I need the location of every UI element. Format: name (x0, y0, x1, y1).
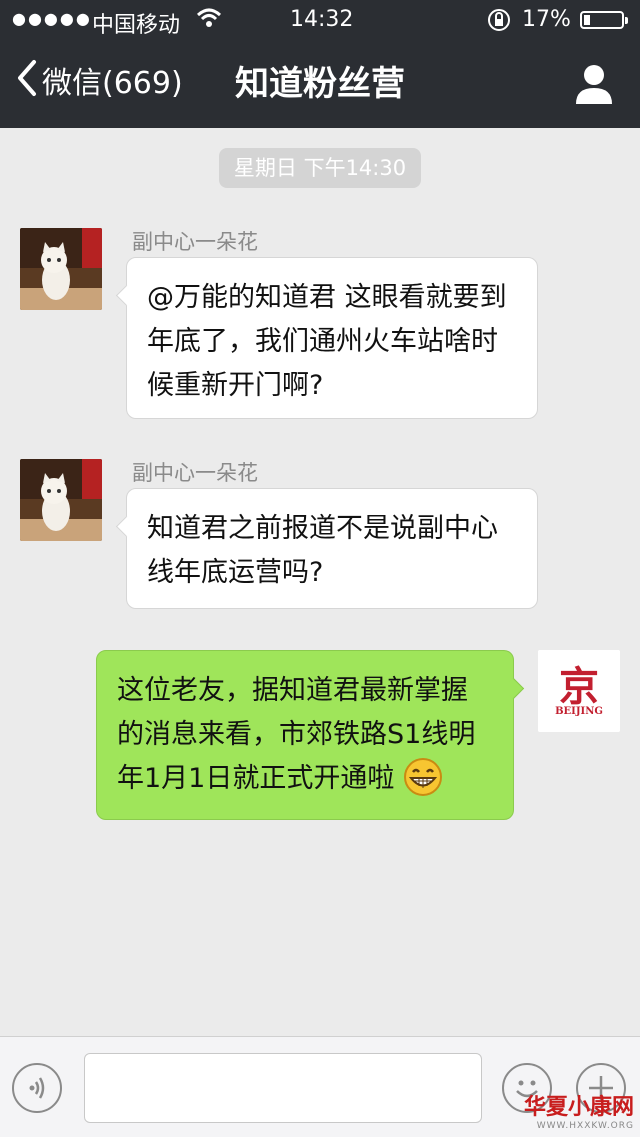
message-text: @万能的知道君 这眼看就要到年底了，我们通州火车站啥时候重新开门啊? (147, 282, 507, 401)
watermark-name: 华夏小康网 (523, 1095, 634, 1120)
bubble-tail (115, 515, 138, 538)
message-bubble[interactable]: @万能的知道君 这眼看就要到年底了，我们通州火车站啥时候重新开门啊? (115, 257, 538, 419)
avatar[interactable] (20, 228, 102, 310)
status-bar: ●●●●● 中国移动 14:32 17% (0, 0, 640, 40)
battery-level (584, 15, 590, 25)
wifi-icon (196, 6, 222, 35)
avatar[interactable] (20, 459, 102, 541)
message-input[interactable] (84, 1053, 482, 1123)
my-avatar[interactable]: 京 BEIJING (538, 650, 620, 732)
status-time: 14:32 (290, 7, 354, 32)
battery-icon (580, 11, 628, 29)
voice-button[interactable] (12, 1063, 62, 1113)
signal-strength-icon: ●●●●● (12, 9, 92, 28)
watermark-url: WWW.HXXKW.ORG (536, 1121, 634, 1131)
sender-name: 副中心一朵花 (132, 461, 258, 485)
grin-emoji-icon (403, 757, 443, 797)
input-bar: 华夏小康网 WWW.HXXKW.ORG (0, 1036, 640, 1137)
battery-percent: 17% (522, 7, 571, 32)
rotation-lock-icon (486, 7, 512, 38)
chat-title: 知道粉丝营 (235, 64, 405, 104)
nav-bar: 微信(669) 知道粉丝营 (0, 40, 640, 128)
bubble-tail (502, 677, 525, 700)
logo-subtext: BEIJING (555, 706, 603, 717)
timestamp-badge: 星期日 下午14:30 (219, 148, 421, 188)
person-icon[interactable] (574, 62, 614, 106)
bubble-tail (115, 284, 138, 307)
watermark: 华夏小康网 WWW.HXXKW.ORG (524, 1089, 634, 1131)
kitten-avatar-icon (20, 228, 102, 310)
carrier-name: 中国移动 (92, 13, 181, 38)
message-bubble-outgoing[interactable]: 这位老友，据知道君最新掌握的消息来看，市郊铁路S1线明年1月1日就正式开通啦 (96, 650, 525, 820)
message-bubble[interactable]: 知道君之前报道不是说副中心线年底运营吗? (115, 488, 538, 609)
logo-mark: 京 (559, 663, 599, 710)
sender-name: 副中心一朵花 (132, 230, 258, 254)
voice-icon (29, 1077, 45, 1099)
kitten-avatar-icon (20, 459, 102, 541)
message-text: 知道君之前报道不是说副中心线年底运营吗? (147, 513, 498, 588)
